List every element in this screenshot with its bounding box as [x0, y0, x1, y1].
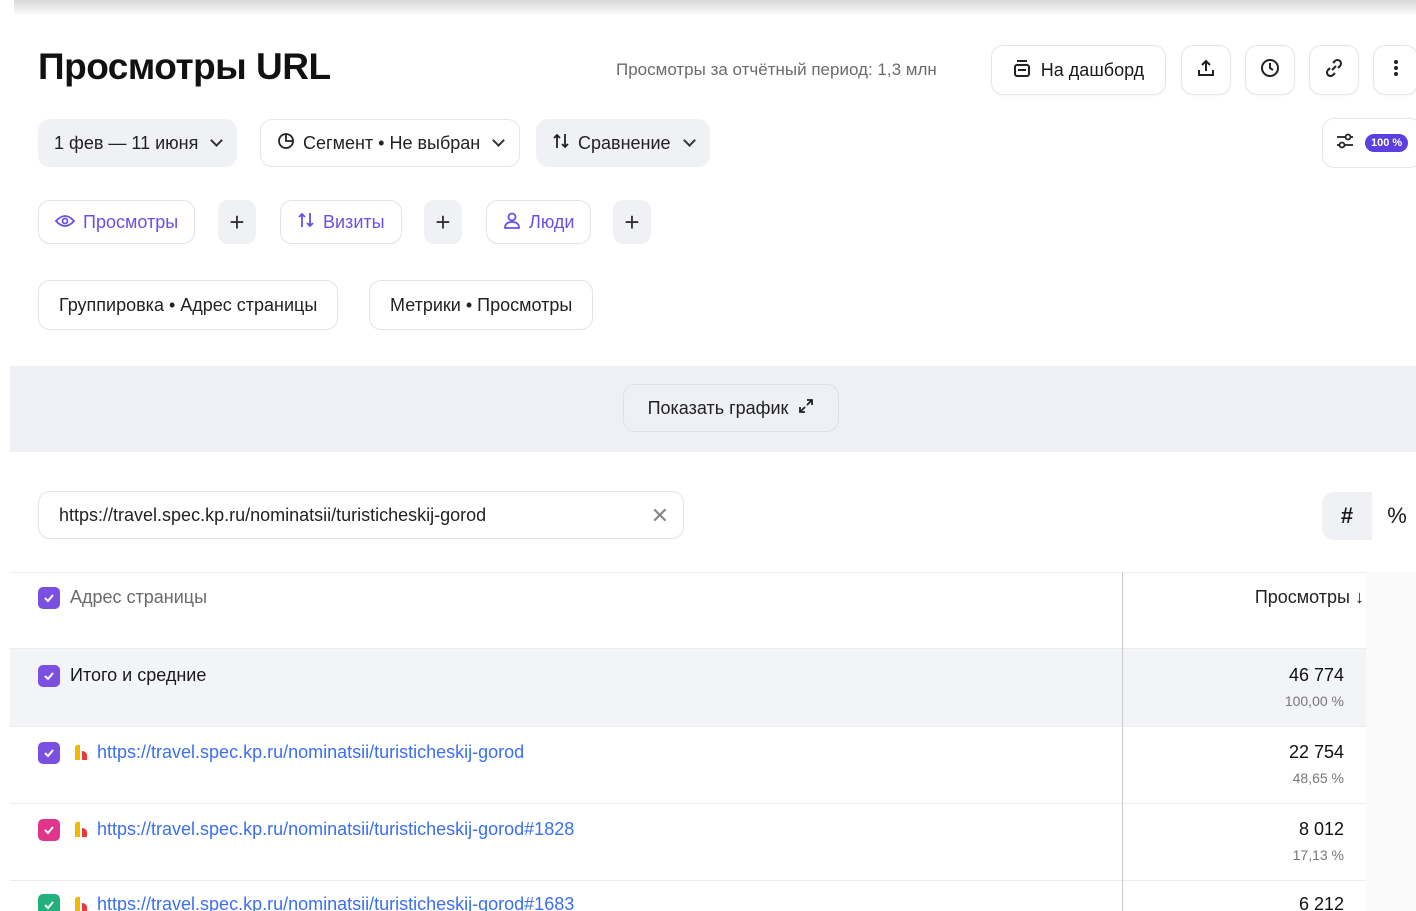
total-label: Итого и средние [70, 665, 207, 685]
row-checkbox[interactable] [38, 742, 60, 764]
column-divider [1122, 572, 1123, 911]
more-dots-icon [1393, 58, 1399, 83]
add-to-dashboard-label: На дашборд [1040, 59, 1145, 80]
row-value: 6 212 [1298, 894, 1344, 911]
add-metric-button[interactable]: + [613, 200, 651, 244]
site-favicon-icon [71, 742, 91, 762]
chevron-down-icon [210, 134, 224, 147]
url-filter-input[interactable]: https://travel.spec.kp.ru/nominatsii/tur… [38, 491, 684, 539]
add-metric-button[interactable]: + [424, 200, 462, 244]
absolute-mode-button[interactable]: # [1322, 492, 1372, 540]
period-summary: Просмотры за отчётный период: 1,3 млн [616, 60, 937, 79]
site-favicon-icon [71, 894, 91, 911]
chevron-down-icon [682, 134, 696, 147]
dimension-column-header[interactable]: Адрес страницы [70, 587, 207, 608]
site-favicon-icon [71, 819, 91, 839]
comparison-label: Сравнение [578, 132, 671, 153]
date-range-label: 1 фев — 11 июня [54, 132, 199, 153]
row-url-link[interactable]: https://travel.spec.kp.ru/nominatsii/tur… [97, 819, 574, 840]
eye-icon [54, 212, 76, 233]
metrics-button[interactable]: Метрики • Просмотры [369, 280, 594, 330]
views-column-header[interactable]: Просмотры ↓ [1255, 587, 1364, 608]
clock-icon [1260, 58, 1280, 83]
visits-icon [297, 211, 315, 234]
url-filter-value: https://travel.spec.kp.ru/nominatsii/tur… [59, 504, 487, 525]
report-settings-button[interactable]: 100 % [1322, 118, 1416, 168]
metric-label: Визиты [323, 211, 385, 232]
metric-pill-views[interactable]: Просмотры [38, 200, 196, 244]
table-total-row: Итого и средние 46 774 100,00 % [10, 648, 1366, 726]
metric-pill-people[interactable]: Люди [486, 200, 592, 244]
grouping-button[interactable]: Группировка • Адрес страницы [38, 280, 339, 330]
report-table: Адрес страницы Просмотры ↓ Итого и средн… [10, 572, 1366, 911]
metric-pill-visits[interactable]: Визиты [280, 200, 402, 244]
row-url-link[interactable]: https://travel.spec.kp.ru/nominatsii/tur… [97, 742, 524, 763]
comparison-select[interactable]: Сравнение [536, 119, 710, 167]
metric-label: Люди [529, 211, 575, 232]
select-all-checkbox[interactable] [38, 587, 60, 609]
more-button[interactable] [1373, 45, 1416, 95]
row-checkbox[interactable] [38, 819, 60, 841]
table-right-edge [1366, 572, 1416, 911]
clear-icon[interactable]: ✕ [651, 503, 669, 529]
add-to-dashboard-button[interactable]: На дашборд [991, 45, 1166, 95]
upload-icon [1196, 58, 1216, 83]
copy-link-button[interactable] [1309, 45, 1359, 95]
show-chart-label: Показать график [647, 397, 789, 418]
row-url-link[interactable]: https://travel.spec.kp.ru/nominatsii/tur… [97, 894, 574, 911]
date-range-select[interactable]: 1 фев — 11 июня [38, 119, 238, 167]
row-percent: 17,13 % [1292, 847, 1344, 863]
total-checkbox[interactable] [38, 665, 60, 687]
history-button[interactable] [1245, 45, 1295, 95]
page-title: Просмотры URL [38, 46, 331, 87]
show-chart-button[interactable]: Показать график [623, 384, 839, 432]
table-row: https://travel.spec.kp.ru/nominatsii/tur… [10, 880, 1366, 911]
segment-label: Сегмент • Не выбран [303, 132, 481, 153]
value-mode-toggle: # % [1322, 492, 1416, 540]
percent-mode-button[interactable]: % [1372, 492, 1416, 540]
segment-select[interactable]: Сегмент • Не выбран [260, 119, 521, 167]
report-page: Просмотры URL Просмотры за отчётный пери… [10, 14, 1416, 911]
table-row: https://travel.spec.kp.ru/nominatsii/tur… [10, 803, 1366, 880]
row-value: 22 754 [1288, 742, 1344, 762]
expand-icon [798, 398, 814, 419]
segment-icon [277, 132, 295, 155]
metric-label: Просмотры [83, 211, 179, 232]
chevron-down-icon [492, 134, 506, 147]
sampling-badge: 100 % [1365, 134, 1409, 152]
table-row: https://travel.spec.kp.ru/nominatsii/tur… [10, 726, 1366, 803]
dashboard-icon [1013, 58, 1031, 83]
add-metric-button[interactable]: + [218, 200, 256, 244]
link-icon [1324, 58, 1344, 83]
total-percent: 100,00 % [1284, 693, 1344, 709]
row-checkbox[interactable] [38, 894, 60, 911]
table-header: Адрес страницы Просмотры ↓ [10, 572, 1366, 648]
row-percent: 48,65 % [1292, 770, 1344, 786]
total-value: 46 774 [1288, 665, 1344, 685]
row-value: 8 012 [1298, 819, 1344, 839]
sliders-icon [1335, 132, 1355, 155]
export-button[interactable] [1181, 45, 1231, 95]
person-icon [503, 211, 521, 234]
comparison-icon [552, 132, 570, 155]
